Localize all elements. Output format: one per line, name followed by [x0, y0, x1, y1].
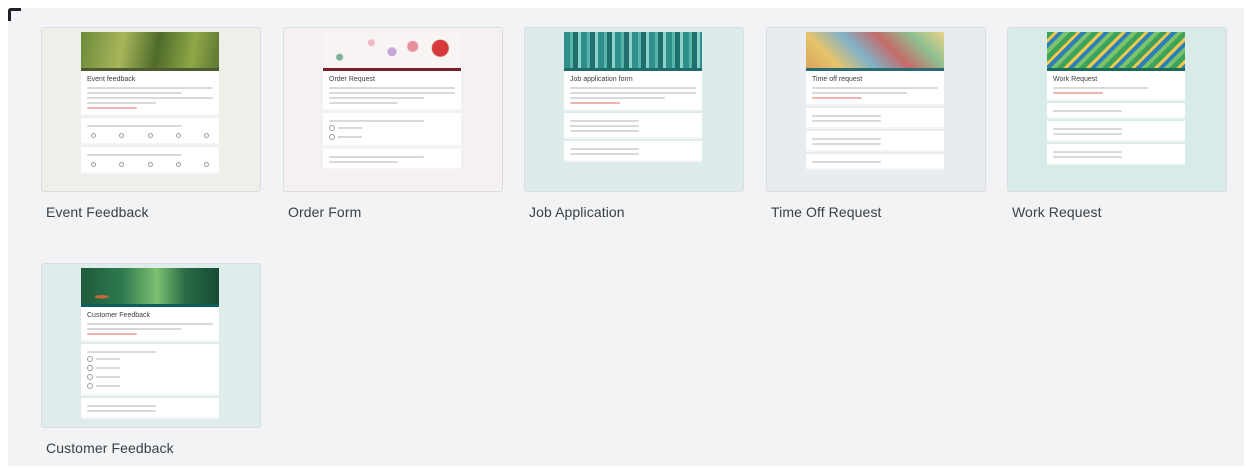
form-title: Work Request — [1053, 76, 1098, 83]
form-question-card — [806, 131, 944, 152]
form-preview: Time off request — [806, 32, 944, 191]
template-label[interactable]: Event Feedback — [41, 204, 261, 220]
form-preview: Work Request — [1047, 32, 1185, 191]
form-banner-image — [323, 32, 461, 68]
template-tile-customer-feedback[interactable]: Customer Feedback Customer Feedback — [41, 263, 261, 456]
template-tile-order-form[interactable]: Order Request Order Form — [283, 27, 503, 220]
form-header-card: Job application form — [564, 71, 702, 111]
form-question-card — [81, 147, 219, 174]
template-tile-event-feedback[interactable]: Event feedback Event Feedback — [41, 27, 261, 220]
form-title: Event feedback — [87, 76, 136, 83]
form-question-card — [564, 141, 702, 162]
template-label[interactable]: Work Request — [1007, 204, 1227, 220]
template-thumbnail[interactable]: Job application form — [524, 27, 744, 192]
form-question-card — [1047, 144, 1185, 165]
form-question-card — [564, 113, 702, 139]
form-header-card: Time off request — [806, 71, 944, 106]
form-question-card — [1047, 121, 1185, 142]
form-header-card: Order Request — [323, 71, 461, 111]
form-banner-image — [806, 32, 944, 68]
template-label[interactable]: Job Application — [524, 204, 744, 220]
form-preview: Customer Feedback — [81, 268, 219, 427]
form-title: Order Request — [329, 76, 375, 83]
template-tile-job-application[interactable]: Job application form Job Application — [524, 27, 744, 220]
form-header-card: Event feedback — [81, 71, 219, 116]
form-preview: Job application form — [564, 32, 702, 191]
form-question-card — [1047, 103, 1185, 119]
form-question-card — [81, 118, 219, 145]
template-label[interactable]: Time Off Request — [766, 204, 986, 220]
form-banner-image — [564, 32, 702, 68]
form-banner-image — [81, 32, 219, 68]
template-tile-work-request[interactable]: Work Request Work Request — [1007, 27, 1227, 220]
form-question-card — [81, 344, 219, 396]
template-thumbnail[interactable]: Order Request — [283, 27, 503, 192]
form-question-card — [81, 398, 219, 419]
template-thumbnail[interactable]: Event feedback — [41, 27, 261, 192]
form-preview: Event feedback — [81, 32, 219, 191]
form-header-card: Work Request — [1047, 71, 1185, 101]
form-title: Time off request — [812, 76, 863, 83]
template-thumbnail[interactable]: Work Request — [1007, 27, 1227, 192]
template-thumbnail[interactable]: Customer Feedback — [41, 263, 261, 428]
form-question-card — [806, 154, 944, 170]
template-thumbnail[interactable]: Time off request — [766, 27, 986, 192]
form-title: Job application form — [570, 76, 633, 83]
form-title: Customer Feedback — [87, 312, 151, 319]
template-label[interactable]: Order Form — [283, 204, 503, 220]
form-header-card: Customer Feedback — [81, 307, 219, 342]
template-tile-time-off-request[interactable]: Time off request Time Off Request — [766, 27, 986, 220]
form-question-card — [323, 113, 461, 147]
form-banner-image — [81, 268, 219, 304]
corner-indicator — [8, 8, 21, 21]
form-banner-image — [1047, 32, 1185, 68]
form-question-card — [806, 108, 944, 129]
form-question-card — [323, 149, 461, 170]
form-preview: Order Request — [323, 32, 461, 191]
template-label[interactable]: Customer Feedback — [41, 440, 261, 456]
